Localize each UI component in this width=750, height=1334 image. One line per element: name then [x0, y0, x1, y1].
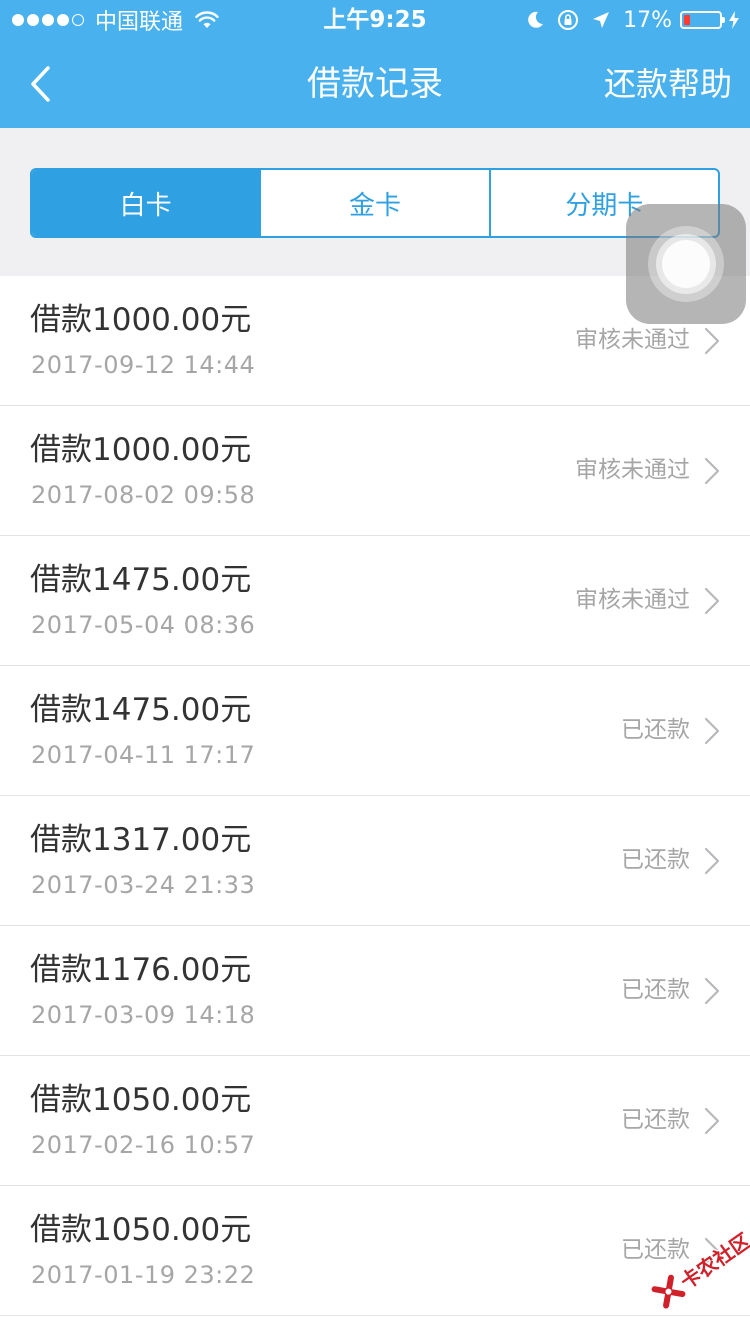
- rotation-lock-icon: [557, 9, 579, 31]
- chevron-right-icon: [704, 587, 720, 615]
- battery-percent: 17%: [623, 7, 672, 33]
- battery-fill: [684, 15, 690, 25]
- loan-record-row[interactable]: 借款1000.00元 2017-08-02 09:58 审核未通过: [0, 406, 750, 536]
- record-amount: 借款1050.00元: [30, 1082, 252, 1118]
- record-status: 已还款: [621, 717, 690, 743]
- record-amount: 借款1475.00元: [30, 692, 252, 728]
- record-status: 已还款: [621, 977, 690, 1003]
- record-amount: 借款1000.00元: [30, 432, 252, 468]
- chevron-right-icon: [704, 327, 720, 355]
- record-date: 2017-03-24 21:33: [31, 871, 256, 899]
- record-amount: 借款1475.00元: [30, 562, 252, 598]
- record-date: 2017-04-11 17:17: [31, 741, 256, 769]
- loan-record-row[interactable]: 借款1050.00元 2017-01-19 23:22 已还款: [0, 1186, 750, 1316]
- chevron-right-icon: [704, 1107, 720, 1135]
- tab-gold-card[interactable]: 金卡: [259, 170, 488, 236]
- chevron-right-icon: [704, 457, 720, 485]
- record-status: 审核未通过: [575, 327, 690, 353]
- card-type-segment: 白卡 金卡 分期卡: [30, 168, 720, 238]
- record-status: 已还款: [621, 847, 690, 873]
- nav-bar: 借款记录 还款帮助: [0, 40, 750, 128]
- record-status: 审核未通过: [575, 457, 690, 483]
- record-date: 2017-05-04 08:36: [31, 611, 256, 639]
- record-date: 2017-09-12 14:44: [31, 351, 256, 379]
- loan-record-row[interactable]: 借款1475.00元 2017-04-11 17:17 已还款: [0, 666, 750, 796]
- record-amount: 借款1000.00元: [30, 302, 252, 338]
- loan-record-row[interactable]: 借款1475.00元 2017-05-04 08:36 审核未通过: [0, 536, 750, 666]
- repayment-help-button[interactable]: 还款帮助: [604, 40, 732, 128]
- status-bar-right: 17%: [525, 6, 740, 34]
- record-amount: 借款1176.00元: [30, 952, 252, 988]
- loan-record-row[interactable]: 借款1317.00元 2017-03-24 21:33 已还款: [0, 796, 750, 926]
- record-date: 2017-08-02 09:58: [31, 481, 256, 509]
- chevron-right-icon: [704, 977, 720, 1005]
- charging-bolt-icon: [728, 10, 740, 30]
- record-amount: 借款1050.00元: [30, 1212, 252, 1248]
- chevron-right-icon: [704, 717, 720, 745]
- status-bar: 中国联通 上午9:25 17%: [0, 0, 750, 40]
- assistive-touch-ring: [662, 240, 710, 288]
- tab-white-card[interactable]: 白卡: [32, 170, 260, 236]
- location-arrow-icon: [591, 10, 611, 30]
- loan-record-list: 借款1000.00元 2017-09-12 14:44 审核未通过 借款1000…: [0, 276, 750, 1316]
- moon-icon: [525, 10, 545, 30]
- loan-record-row[interactable]: 借款1176.00元 2017-03-09 14:18 已还款: [0, 926, 750, 1056]
- record-date: 2017-02-16 10:57: [31, 1131, 256, 1159]
- assistive-touch-button[interactable]: [626, 204, 746, 324]
- battery-icon: [680, 11, 725, 29]
- loan-record-row[interactable]: 借款1050.00元 2017-02-16 10:57 已还款: [0, 1056, 750, 1186]
- record-status: 已还款: [621, 1107, 690, 1133]
- record-status: 审核未通过: [575, 587, 690, 613]
- record-date: 2017-01-19 23:22: [31, 1261, 256, 1289]
- record-amount: 借款1317.00元: [30, 822, 252, 858]
- record-date: 2017-03-09 14:18: [31, 1001, 256, 1029]
- chevron-right-icon: [704, 847, 720, 875]
